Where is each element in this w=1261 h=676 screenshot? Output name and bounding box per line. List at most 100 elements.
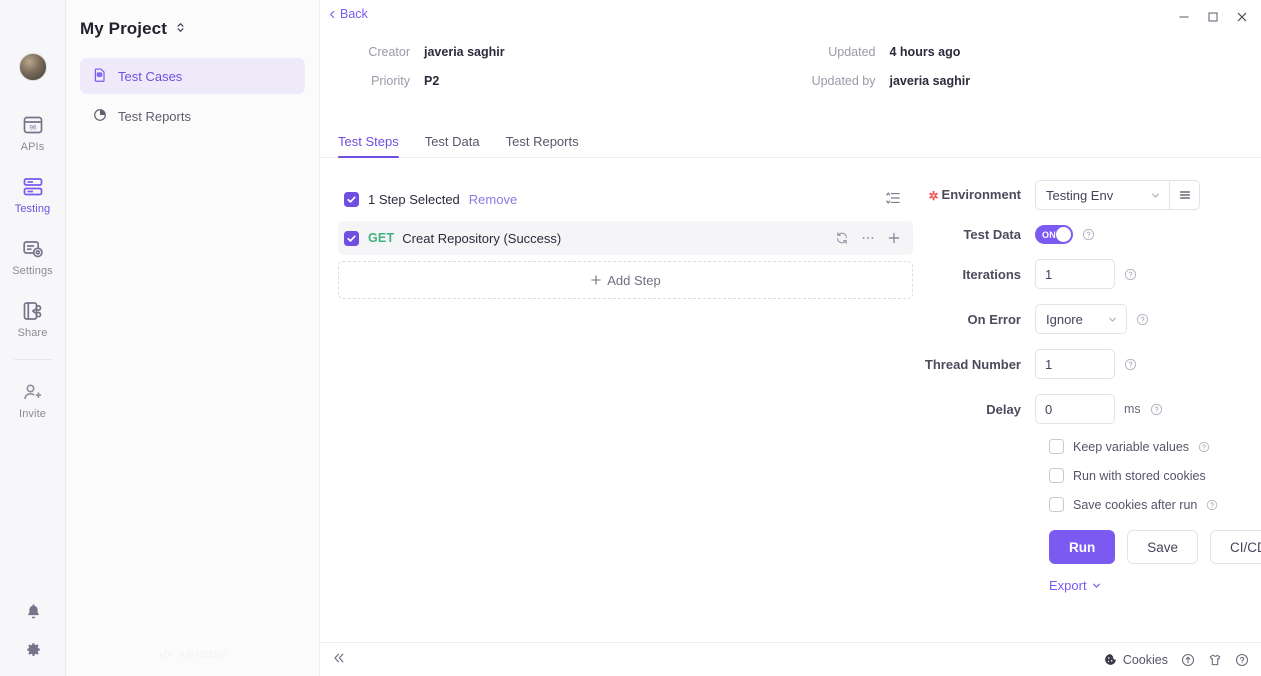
meta-value-updated: 4 hours ago: [889, 44, 961, 59]
upload-circle-icon[interactable]: [1181, 653, 1195, 667]
environment-value: Testing Env: [1046, 187, 1114, 203]
steps-selected-count: 1 Step Selected: [368, 191, 460, 207]
keep-variable-values-label: Keep variable values: [1073, 439, 1190, 454]
sidebar-item-test-reports[interactable]: Test Reports: [80, 98, 305, 134]
meta-row-created: Created 4 hours ago: [790, 30, 1242, 37]
step-method-badge: GET: [368, 231, 395, 245]
delay-help-icon[interactable]: [1150, 403, 1163, 416]
minimize-icon[interactable]: [1173, 7, 1195, 27]
iterations-input[interactable]: [1035, 259, 1115, 289]
meta-row-folder: Folder GitHub: [338, 30, 790, 37]
more-options-icon[interactable]: [861, 231, 875, 245]
step-checkbox[interactable]: [344, 230, 359, 246]
tab-test-reports[interactable]: Test Reports: [506, 134, 579, 157]
run-with-stored-cookies-label: Run with stored cookies: [1073, 468, 1206, 483]
meta-label-updated-by: Updated by: [811, 73, 876, 88]
toggle-knob: [1056, 227, 1071, 242]
help-circle-icon[interactable]: [1235, 653, 1249, 667]
thread-number-help-icon[interactable]: [1124, 358, 1137, 371]
test-data-label: Test Data: [963, 227, 1021, 242]
left-icon-rail: 96 APIs Testing Settings Share Invite: [0, 0, 66, 676]
cookie-icon: [1104, 654, 1116, 665]
maximize-icon[interactable]: [1202, 7, 1224, 27]
collapse-left-icon[interactable]: [332, 651, 346, 668]
close-icon[interactable]: [1231, 7, 1253, 27]
chevron-down-icon: [1152, 193, 1159, 198]
checkbox-row-save-cookies-after-run: Save cookies after run: [913, 497, 1239, 512]
meta-value-creator: javeria saghir: [424, 44, 505, 59]
gear-icon[interactable]: [24, 640, 43, 662]
test-data-help-icon[interactable]: [1082, 228, 1095, 241]
sidebar-item-test-cases[interactable]: Test Cases: [80, 58, 305, 94]
config-row-thread-number: Thread Number: [913, 349, 1239, 379]
tab-label-test-reports: Test Reports: [505, 134, 579, 149]
sidebar-nav-list: Test Cases Test Reports: [66, 58, 319, 134]
config-row-delay: Delay ms: [913, 394, 1239, 424]
export-link[interactable]: Export: [1049, 578, 1087, 593]
sort-list-icon[interactable]: [885, 190, 901, 209]
invite-icon: [21, 380, 45, 404]
tab-test-data[interactable]: Test Data: [425, 134, 480, 157]
thread-number-input[interactable]: [1035, 349, 1115, 379]
save-cookies-after-run-checkbox[interactable]: [1049, 497, 1064, 512]
project-switcher[interactable]: My Project: [66, 0, 319, 39]
test-data-toggle[interactable]: ON: [1035, 225, 1073, 244]
chevron-down-icon: [1092, 583, 1100, 588]
test-data-toggle-state: ON: [1042, 229, 1057, 240]
tab-test-steps[interactable]: Test Steps: [338, 134, 399, 158]
run-with-stored-cookies-checkbox[interactable]: [1049, 468, 1064, 483]
sync-icon[interactable]: [835, 231, 849, 245]
pie-chart-icon: [92, 107, 108, 126]
test-case-file-icon: [92, 67, 108, 86]
on-error-select[interactable]: Ignore: [1035, 304, 1127, 334]
on-error-help-icon[interactable]: [1136, 313, 1149, 326]
step-row-actions: [835, 231, 901, 245]
keep-variable-values-checkbox[interactable]: [1049, 439, 1064, 454]
shirt-theme-icon[interactable]: [1208, 653, 1222, 667]
back-button[interactable]: Back: [326, 7, 368, 21]
rail-item-testing[interactable]: Testing: [0, 175, 66, 215]
export-row: Export: [913, 578, 1239, 593]
detail-tabs: Test Steps Test Data Test Reports: [320, 124, 1261, 158]
back-label: Back: [340, 7, 368, 21]
share-icon: [21, 299, 45, 323]
environment-label-text: Environment: [941, 187, 1021, 203]
rail-label-apis: APIs: [20, 141, 45, 153]
delay-input[interactable]: [1035, 394, 1115, 424]
rail-label-testing: Testing: [14, 203, 51, 215]
keep-variable-values-help-icon[interactable]: [1198, 441, 1210, 453]
add-step-label: Add Step: [607, 272, 661, 288]
add-step-button[interactable]: Add Step: [338, 261, 913, 299]
iterations-label: Iterations: [962, 266, 1021, 282]
delay-unit: ms: [1124, 402, 1141, 416]
environment-select[interactable]: Testing Env: [1035, 180, 1170, 210]
rail-item-invite[interactable]: Invite: [0, 380, 66, 420]
bell-icon[interactable]: [24, 602, 43, 624]
rail-item-share[interactable]: Share: [0, 299, 66, 339]
meta-row-creator: Creator javeria saghir: [338, 37, 790, 66]
rail-item-apis[interactable]: 96 APIs: [0, 113, 66, 153]
tab-label-test-steps: Test Steps: [338, 134, 399, 149]
save-button[interactable]: Save: [1127, 530, 1199, 564]
add-icon[interactable]: [887, 231, 901, 245]
run-button[interactable]: Run: [1049, 530, 1116, 564]
cookies-button[interactable]: Cookies: [1104, 653, 1168, 667]
rail-item-settings[interactable]: Settings: [0, 237, 66, 277]
rail-label-settings: Settings: [12, 265, 53, 277]
remove-steps-link[interactable]: Remove: [469, 192, 517, 207]
apidog-logo-icon: [159, 649, 171, 660]
config-row-iterations: Iterations: [913, 259, 1239, 289]
svg-text:96: 96: [29, 124, 36, 131]
window-titlebar: Back: [320, 0, 1261, 30]
config-row-on-error: On Error Ignore: [913, 304, 1239, 334]
test-steps-panel: 1 Step Selected Remove GET Creat Reposit…: [320, 158, 913, 642]
select-all-steps-checkbox[interactable]: [344, 191, 359, 207]
test-step-row[interactable]: GET Creat Repository (Success): [338, 221, 913, 255]
environment-menu-button[interactable]: [1170, 180, 1200, 210]
save-cookies-after-run-help-icon[interactable]: [1206, 499, 1218, 511]
user-avatar[interactable]: [18, 53, 47, 81]
steps-and-config: 1 Step Selected Remove GET Creat Reposit…: [320, 158, 1261, 642]
iterations-help-icon[interactable]: [1124, 268, 1137, 281]
cicd-button[interactable]: CI/CD: [1210, 530, 1261, 564]
apidog-watermark: APIDOG: [66, 647, 320, 662]
